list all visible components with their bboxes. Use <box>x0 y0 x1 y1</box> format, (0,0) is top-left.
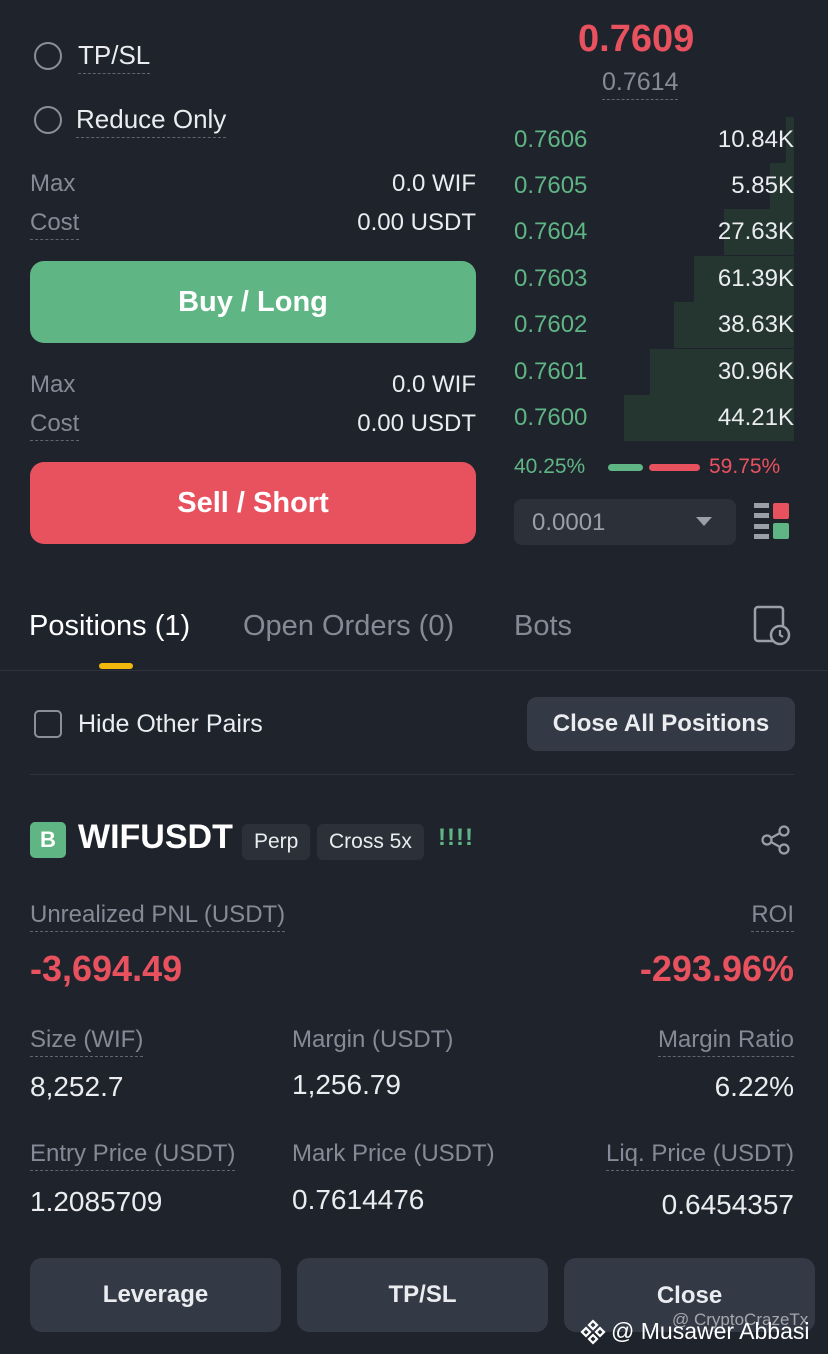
bid-quantity: 10.84K <box>717 126 794 153</box>
position-side-badge: B <box>30 822 66 858</box>
tpsl-button[interactable]: TP/SL <box>297 1258 548 1332</box>
precision-select[interactable]: 0.0001 <box>514 499 736 545</box>
sell-cost-label: Cost <box>30 410 80 441</box>
orderbook-layout-icon[interactable] <box>754 503 790 539</box>
share-icon[interactable] <box>760 824 792 856</box>
margin-value: 1,256.79 <box>292 1069 401 1100</box>
tpsl-label[interactable]: TP/SL <box>78 40 151 74</box>
size-value: 8,252.7 <box>30 1071 124 1102</box>
bid-row[interactable]: 0.7602 38.63K <box>514 302 794 348</box>
reduce-only-label[interactable]: Reduce Only <box>76 104 227 138</box>
chevron-down-icon <box>696 517 712 526</box>
bid-price: 0.7603 <box>514 265 588 292</box>
roi-value: -293.96% <box>639 948 794 989</box>
bid-price: 0.7601 <box>514 358 588 385</box>
buy-long-button[interactable]: Buy / Long <box>30 261 476 343</box>
bid-quantity: 5.85K <box>731 172 794 199</box>
margin-ratio-value: 6.22% <box>714 1071 794 1102</box>
position-symbol[interactable]: WIFUSDT <box>78 818 233 857</box>
liq-price-label[interactable]: Liq. Price (USDT) <box>605 1140 794 1171</box>
leverage-button[interactable]: Leverage <box>30 1258 281 1332</box>
roi-label[interactable]: ROI <box>751 901 794 932</box>
last-price: 0.7609 <box>578 18 695 60</box>
bid-row[interactable]: 0.7600 44.21K <box>514 395 794 441</box>
sell-max-label: Max <box>30 371 76 398</box>
sell-short-button[interactable]: Sell / Short <box>30 462 476 544</box>
margin-ratio-label[interactable]: Margin Ratio <box>657 1026 794 1057</box>
sell-ratio: 59.75% <box>709 455 781 478</box>
buy-cost-label: Cost <box>30 209 80 240</box>
unrealized-pnl-value: -3,694.49 <box>30 948 183 989</box>
tab-bots[interactable]: Bots <box>514 610 572 643</box>
buy-ratio: 40.25% <box>514 455 586 478</box>
tab-positions[interactable]: Positions (1) <box>29 610 190 643</box>
history-icon[interactable] <box>752 604 792 646</box>
position-type-chip: Perp <box>242 824 311 860</box>
buy-max-label: Max <box>30 170 76 197</box>
bid-price: 0.7605 <box>514 172 588 199</box>
buy-cost-value: 0.00 USDT <box>357 209 476 236</box>
entry-price-value: 1.2085709 <box>30 1186 163 1217</box>
unrealized-pnl-label[interactable]: Unrealized PNL (USDT) <box>30 901 286 932</box>
bid-row[interactable]: 0.7604 27.63K <box>514 209 794 255</box>
bid-price: 0.7604 <box>514 218 588 245</box>
entry-price-label[interactable]: Entry Price (USDT) <box>30 1140 236 1171</box>
tab-active-indicator <box>99 663 133 669</box>
bid-row[interactable]: 0.7605 5.85K <box>514 163 794 209</box>
binance-logo-icon <box>580 1318 606 1345</box>
sell-max-value: 0.0 WIF <box>391 371 476 398</box>
watermark: @ Musawer Abbasi <box>580 1318 810 1345</box>
bid-price: 0.7606 <box>514 126 588 153</box>
ratio-bar <box>608 464 700 471</box>
close-all-positions-button[interactable]: Close All Positions <box>527 697 795 751</box>
position-margin-chip: Cross 5x <box>317 824 424 860</box>
hide-other-pairs-checkbox[interactable] <box>34 710 62 738</box>
margin-label: Margin (USDT) <box>292 1026 454 1053</box>
ratio-bar-sell <box>649 464 700 471</box>
tabs-divider <box>0 670 828 671</box>
buy-max-value: 0.0 WIF <box>391 170 476 197</box>
bid-row[interactable]: 0.7606 10.84K <box>514 117 794 163</box>
mark-price[interactable]: 0.7614 <box>602 68 679 100</box>
bid-quantity: 61.39K <box>717 265 794 292</box>
bid-quantity: 30.96K <box>717 358 794 385</box>
bid-row[interactable]: 0.7603 61.39K <box>514 256 794 302</box>
mark-price-label: Mark Price (USDT) <box>292 1140 495 1167</box>
risk-indicator: !!!! <box>438 824 474 851</box>
bid-row[interactable]: 0.7601 30.96K <box>514 349 794 395</box>
watermark-author: @ Musawer Abbasi <box>611 1318 810 1344</box>
tab-open-orders[interactable]: Open Orders (0) <box>243 610 454 643</box>
bid-price: 0.7602 <box>514 311 588 338</box>
size-label[interactable]: Size (WIF) <box>30 1026 144 1057</box>
liq-price-value: 0.6454357 <box>661 1189 794 1220</box>
bid-quantity: 27.63K <box>717 218 794 245</box>
mark-price-value: 0.7614476 <box>292 1184 425 1215</box>
bid-quantity: 44.21K <box>717 404 794 431</box>
filters-divider <box>30 774 794 775</box>
reduce-only-radio[interactable] <box>34 106 62 134</box>
tpsl-radio[interactable] <box>34 42 62 70</box>
ratio-bar-buy <box>608 464 643 471</box>
precision-value: 0.0001 <box>532 509 606 536</box>
bid-price: 0.7600 <box>514 404 588 431</box>
hide-other-pairs-label[interactable]: Hide Other Pairs <box>78 710 263 739</box>
bid-quantity: 38.63K <box>717 311 794 338</box>
sell-cost-value: 0.00 USDT <box>357 410 476 437</box>
